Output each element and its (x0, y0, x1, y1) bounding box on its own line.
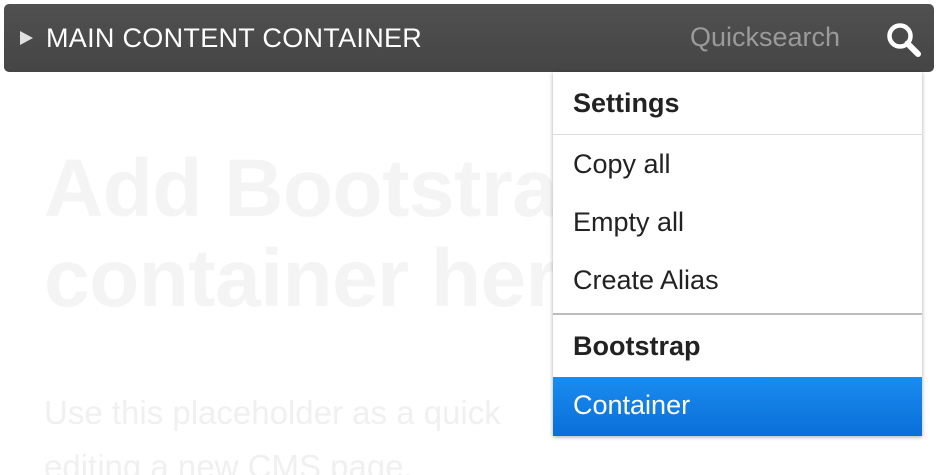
menu-item-create-alias[interactable]: Create Alias (553, 251, 922, 309)
triangle-right-icon[interactable] (20, 31, 33, 45)
page-lead-line-2: editing a new CMS page. (44, 448, 413, 475)
menu-header-settings: Settings (573, 88, 680, 118)
menu-item-empty-all[interactable]: Empty all (553, 193, 922, 251)
page-lead-line-1: Use this placeholder as a quick (44, 394, 501, 431)
menu-item-container[interactable]: Container (553, 377, 922, 436)
page-heading: Add Bootstrap container here (44, 144, 607, 324)
placeholder-bar[interactable]: MAIN CONTENT CONTAINER Quicksearch (4, 4, 934, 72)
quicksearch-input[interactable]: Quicksearch (690, 19, 840, 55)
search-icon[interactable] (884, 20, 924, 60)
placeholder-context-menu: Settings Copy all Empty all Create Alias… (553, 72, 922, 436)
menu-item-copy-all[interactable]: Copy all (553, 135, 922, 193)
page-lead-text: Use this placeholder as a quick editing … (44, 386, 501, 475)
placeholder-title: MAIN CONTENT CONTAINER (46, 23, 423, 53)
page-heading-line-1: Add Bootstrap (44, 143, 607, 234)
menu-header-bootstrap: Bootstrap (573, 331, 701, 361)
page-heading-line-2: container here (44, 233, 603, 324)
cms-structure-view: Add Bootstrap container here Use this pl… (0, 0, 938, 475)
